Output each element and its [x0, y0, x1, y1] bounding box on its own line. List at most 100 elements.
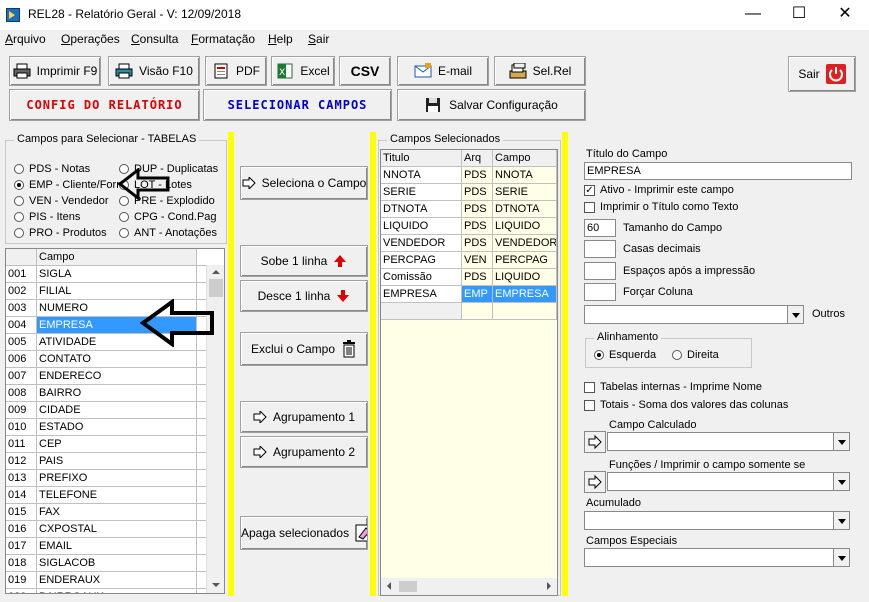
table-row[interactable]: 011 CEP	[6, 436, 224, 453]
table-row[interactable]: DTNOTA PDS DTNOTA	[381, 201, 557, 218]
table-row[interactable]: 012 PAIS	[6, 453, 224, 470]
table-row[interactable]: Comissão PDS LIQUIDO	[381, 269, 557, 286]
selecionar-campos-button[interactable]: SELECIONAR CAMPOS	[203, 89, 392, 121]
campo-num: 005	[6, 334, 37, 350]
radio-esquerda[interactable]: Esquerda	[594, 349, 656, 361]
csv-button[interactable]: CSV	[339, 56, 391, 86]
menu-formatacao[interactable]: Formatação	[191, 32, 255, 46]
selecionados-grid[interactable]: Titulo Arq Campo NNOTA PDS NNOTA SERIE PDS SE…	[380, 149, 558, 596]
radio-direita[interactable]: Direita	[672, 349, 719, 361]
maximize-button[interactable]: ☐	[776, 0, 822, 30]
campo-name: ENDERAUX	[37, 572, 197, 588]
table-row[interactable]: 009 CIDADE	[6, 402, 224, 419]
arrow-right-icon	[253, 446, 267, 458]
campo-num: 012	[6, 453, 37, 469]
titulo-input[interactable]: EMPRESA	[584, 162, 852, 180]
table-row[interactable]: 016 CXPOSTAL	[6, 521, 224, 538]
table-row[interactable]: 008 BAIRRO	[6, 385, 224, 402]
table-row[interactable]: 017 EMAIL	[6, 538, 224, 555]
chevron-down-icon	[833, 549, 849, 566]
table-row[interactable]: 007 ENDERECO	[6, 368, 224, 385]
radio-pro[interactable]: PRO - Produtos	[14, 227, 107, 239]
table-row[interactable]	[381, 303, 557, 320]
funcoes-select[interactable]	[607, 472, 850, 491]
tamanho-input[interactable]: 60	[584, 219, 616, 237]
table-row[interactable]: EMPRESA EMP EMPRESA	[381, 286, 557, 303]
radio-ant[interactable]: ANT - Anotações	[119, 227, 217, 239]
table-row[interactable]: LIQUIDO PDS LIQUIDO	[381, 218, 557, 235]
campo-num: 006	[6, 351, 37, 367]
table-row[interactable]: 010 ESTADO	[6, 419, 224, 436]
table-row[interactable]: 013 PREFIXO	[6, 470, 224, 487]
selrel-button[interactable]: Sel.Rel	[494, 56, 586, 86]
agrupamento2-button[interactable]: Agrupamento 2	[240, 436, 368, 468]
outros-select[interactable]	[584, 305, 804, 324]
close-button[interactable]: ✕	[822, 0, 868, 30]
radio-emp[interactable]: EMP - Cliente/Forn	[14, 179, 122, 191]
campo-num: 013	[6, 470, 37, 486]
menu-sair[interactable]: Sair	[308, 32, 329, 46]
printer-icon	[13, 63, 31, 79]
campo-name: PAIS	[37, 453, 197, 469]
totais-label: Totais - Soma dos valores das colunas	[600, 399, 789, 411]
config-relatorio-button[interactable]: CONFIG DO RELATÓRIO	[9, 89, 200, 121]
table-row[interactable]: 002 FILIAL	[6, 283, 224, 300]
campo-calculado-arrow-button[interactable]	[584, 431, 606, 453]
acumulado-select[interactable]	[584, 511, 850, 530]
salvar-config-button[interactable]: Salvar Configuração	[397, 89, 586, 121]
campo-num: 001	[6, 266, 37, 282]
visao-button[interactable]: Visão F10	[108, 56, 200, 86]
apaga-selecionados-button[interactable]: Apaga selecionados	[240, 516, 368, 550]
funcoes-arrow-button[interactable]	[584, 471, 606, 493]
table-row[interactable]: 019 ENDERAUX	[6, 572, 224, 589]
minimize-button[interactable]: —	[730, 0, 776, 30]
table-row[interactable]: VENDEDOR PDS VENDEDOR	[381, 235, 557, 252]
agrupamento1-button[interactable]: Agrupamento 1	[240, 401, 368, 433]
table-row[interactable]: 001 SIGLA	[6, 266, 224, 283]
desce-linha-button[interactable]: Desce 1 linha	[240, 280, 368, 312]
imprimir-button[interactable]: Imprimir F9	[9, 56, 101, 86]
radio-ven[interactable]: VEN - Vendedor	[14, 195, 109, 207]
menu-arquivo[interactable]: Arquivo	[5, 32, 46, 46]
table-row[interactable]: 018 SIGLACOB	[6, 555, 224, 572]
sair-button[interactable]: Sair	[788, 56, 856, 92]
table-row[interactable]: SERIE PDS SERIE	[381, 184, 557, 201]
sel-titulo: LIQUIDO	[381, 218, 462, 234]
sobe-linha-button[interactable]: Sobe 1 linha	[240, 245, 368, 277]
imprimir-titulo-checkbox[interactable]: Imprimir o Título como Texto	[584, 201, 738, 213]
exclui-campo-button[interactable]: Exclui o Campo	[240, 332, 368, 366]
visao-label: Visão F10	[139, 64, 193, 78]
radio-pds[interactable]: PDS - Notas	[14, 163, 90, 175]
checkbox-box	[584, 381, 595, 393]
radio-pis[interactable]: PIS - Itens	[14, 211, 80, 223]
menu-consulta[interactable]: Consulta	[131, 32, 178, 46]
table-row[interactable]: 020BAIRROAUX	[6, 589, 224, 593]
header-titulo: Titulo	[381, 150, 462, 166]
pdf-button[interactable]: PDF	[205, 56, 267, 86]
header-arq: Arq	[462, 150, 493, 166]
seleciona-campo-button[interactable]: Seleciona o Campo	[240, 166, 368, 200]
tabelas-internas-checkbox[interactable]: Tabelas internas - Imprime Nome	[584, 381, 762, 393]
table-row[interactable]: PERCPAG VEN PERCPAG	[381, 252, 557, 269]
table-row[interactable]: NNOTA PDS NNOTA	[381, 167, 557, 184]
table-row[interactable]: 006 CONTATO	[6, 351, 224, 368]
excel-button[interactable]: X Excel	[271, 56, 335, 86]
casas-input[interactable]	[584, 240, 616, 258]
selecionados-hscrollbar[interactable]	[381, 578, 557, 595]
email-button[interactable]: E-mail	[397, 56, 489, 86]
forcar-input[interactable]	[584, 283, 616, 301]
campo-calculado-select[interactable]	[607, 432, 850, 451]
espacos-input[interactable]	[584, 262, 616, 280]
sel-campo: VENDEDOR	[495, 235, 557, 251]
sel-arq: PDS	[462, 201, 493, 217]
menu-help[interactable]: Help	[268, 32, 293, 46]
menu-operacoes[interactable]: Operações	[61, 32, 120, 46]
table-row[interactable]: 014 TELEFONE	[6, 487, 224, 504]
apaga-label: Apaga selecionados	[241, 526, 350, 540]
table-row[interactable]: 015 FAX	[6, 504, 224, 521]
totais-checkbox[interactable]: Totais - Soma dos valores das colunas	[584, 399, 788, 411]
radio-cpg[interactable]: CPG - Cond.Pag	[119, 211, 217, 223]
salvar-label: Salvar Configuração	[449, 98, 558, 112]
ativo-checkbox[interactable]: ✓ Ativo - Imprimir este campo	[584, 184, 734, 196]
especiais-select[interactable]	[584, 548, 850, 567]
